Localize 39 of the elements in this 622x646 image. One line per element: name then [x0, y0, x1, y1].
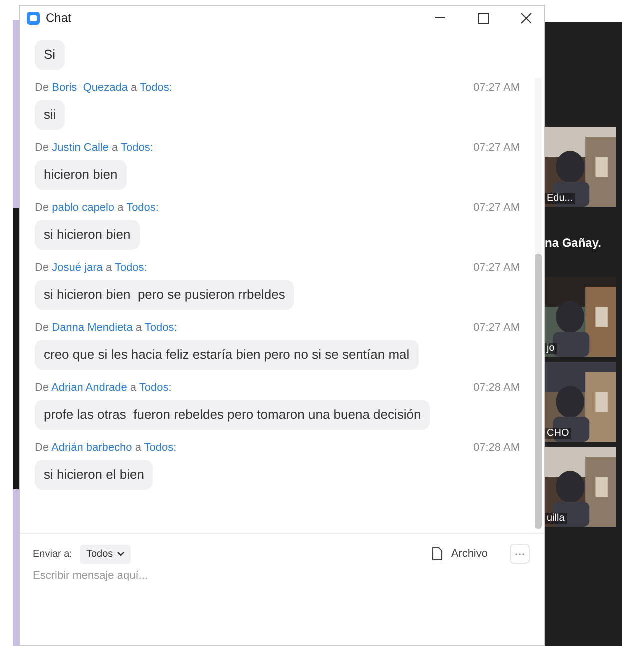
participant-name: uilla [545, 513, 567, 524]
scrollbar-thumb[interactable] [535, 254, 542, 529]
chevron-down-icon [117, 551, 126, 557]
message-time: 07:27 AM [474, 142, 520, 155]
message-sender-line: De Adrián barbecho a Todos: [35, 442, 178, 455]
send-to-label: Enviar a: [33, 548, 72, 560]
maximize-icon[interactable] [478, 12, 489, 24]
message-time: 07:28 AM [474, 442, 520, 455]
message-sender-line: De Justin Calle a Todos: [35, 142, 154, 155]
message-sender-line: De Boris Quezada a Todos: [35, 82, 174, 95]
message-bubble: si hicieron el bien [35, 460, 154, 490]
message-bubble: sii [35, 100, 66, 130]
message-bubble: si hicieron bien [35, 220, 140, 250]
message-time: 07:27 AM [474, 262, 520, 275]
message-sender-line: De Danna Mendieta a Todos: [35, 322, 178, 335]
message-bubble: profe las otras fueron rebeldes pero tomaron una buena decisión [35, 400, 430, 430]
message-bubble: si hicieron bien pero se pusieron rrbeldes [35, 280, 294, 310]
message-sender-line: De pablo capelo a Todos: [35, 202, 160, 215]
document-icon [432, 547, 444, 561]
message-time: 07:28 AM [474, 382, 520, 395]
message-bubble: hicieron bien [35, 160, 127, 190]
message-sender-line: De Adrian Andrade a Todos: [35, 382, 173, 395]
message-sender-line: De Josué jara a Todos: [35, 262, 148, 275]
message-bubble: creo que si les hacia feliz estaría bien pero no si se sentían mal [35, 340, 419, 370]
file-button[interactable]: Archivo [432, 547, 488, 561]
ellipsis-icon [515, 552, 525, 556]
message-bubble: Si [35, 40, 65, 70]
scrollbar[interactable] [535, 78, 542, 529]
close-icon[interactable] [521, 12, 532, 24]
participant-name: Edu... [545, 193, 576, 204]
participant-name: na Gañay. [545, 236, 602, 250]
participant-name: CHO [545, 428, 572, 439]
participant-name: jo [545, 343, 557, 354]
message-time: 07:27 AM [474, 202, 520, 215]
message-time: 07:27 AM [474, 82, 520, 95]
chat-app-icon [27, 12, 40, 24]
message-time: 07:27 AM [474, 322, 520, 335]
window-title: Chat [46, 11, 72, 25]
recipient-dropdown[interactable]: Todos [80, 544, 132, 564]
